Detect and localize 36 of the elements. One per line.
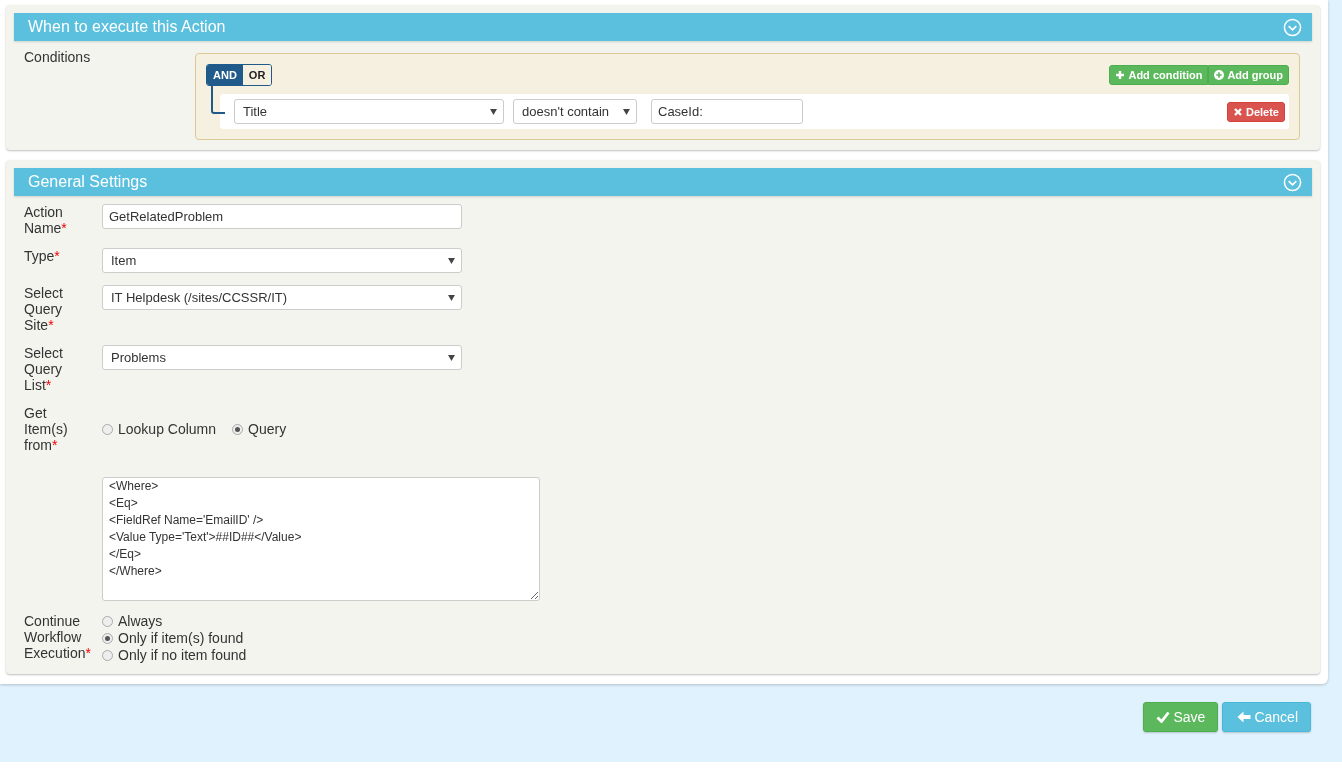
radio-option[interactable]: Query xyxy=(232,420,287,438)
collapse-chevron-icon[interactable] xyxy=(1283,172,1302,192)
caret-icon xyxy=(448,257,455,264)
field-label: Conditions xyxy=(23,49,92,67)
radio-option[interactable]: Always xyxy=(102,613,247,630)
action-name-input[interactable]: GetRelatedProblem xyxy=(102,204,462,229)
caret-icon xyxy=(448,294,455,301)
arrow-left-icon xyxy=(1237,711,1252,723)
field-select[interactable]: Title xyxy=(234,99,504,124)
caret-icon xyxy=(490,108,497,115)
checkmark-icon xyxy=(1156,711,1171,723)
field-label: Get Item(s) from* xyxy=(24,405,68,453)
dropdown-select[interactable]: Problems xyxy=(102,345,462,370)
close-icon xyxy=(1232,106,1243,117)
dropdown-select[interactable]: IT Helpdesk (/sites/CCSSR/IT) xyxy=(102,285,462,310)
delete-button[interactable]: Delete xyxy=(1226,101,1285,122)
plus-circle-icon xyxy=(1214,70,1225,80)
panel-title: When to execute this Action xyxy=(28,18,226,36)
radio-option[interactable]: Lookup Column xyxy=(102,420,217,438)
dropdown-select[interactable]: Item xyxy=(102,248,462,273)
logic-toggle[interactable]: AND xyxy=(207,65,243,85)
value-input[interactable]: CaseId: xyxy=(651,99,803,124)
collapse-chevron-icon[interactable] xyxy=(1283,17,1302,37)
radio-option[interactable]: Only if item(s) found xyxy=(102,630,247,647)
radio-option[interactable]: Only if no item found xyxy=(102,647,247,664)
field-label: Select Query Site* xyxy=(24,285,63,333)
operator-select[interactable]: doesn't contain xyxy=(513,99,637,124)
query-textarea[interactable]: <Where> <Eq> <FieldRef Name='EmailID' /> <Value Type='Text'>##ID##</Value> </Eq> </Where> xyxy=(102,477,540,601)
caret-icon xyxy=(448,354,455,361)
plus-icon xyxy=(1115,70,1126,80)
caret-icon xyxy=(623,108,630,115)
field-label: Type* xyxy=(24,248,60,264)
field-label: Select Query List* xyxy=(24,345,63,393)
panel-title: General Settings xyxy=(28,173,148,191)
field-label: Action Name* xyxy=(24,204,67,236)
field-label: Continue Workflow Execution* xyxy=(24,613,91,661)
